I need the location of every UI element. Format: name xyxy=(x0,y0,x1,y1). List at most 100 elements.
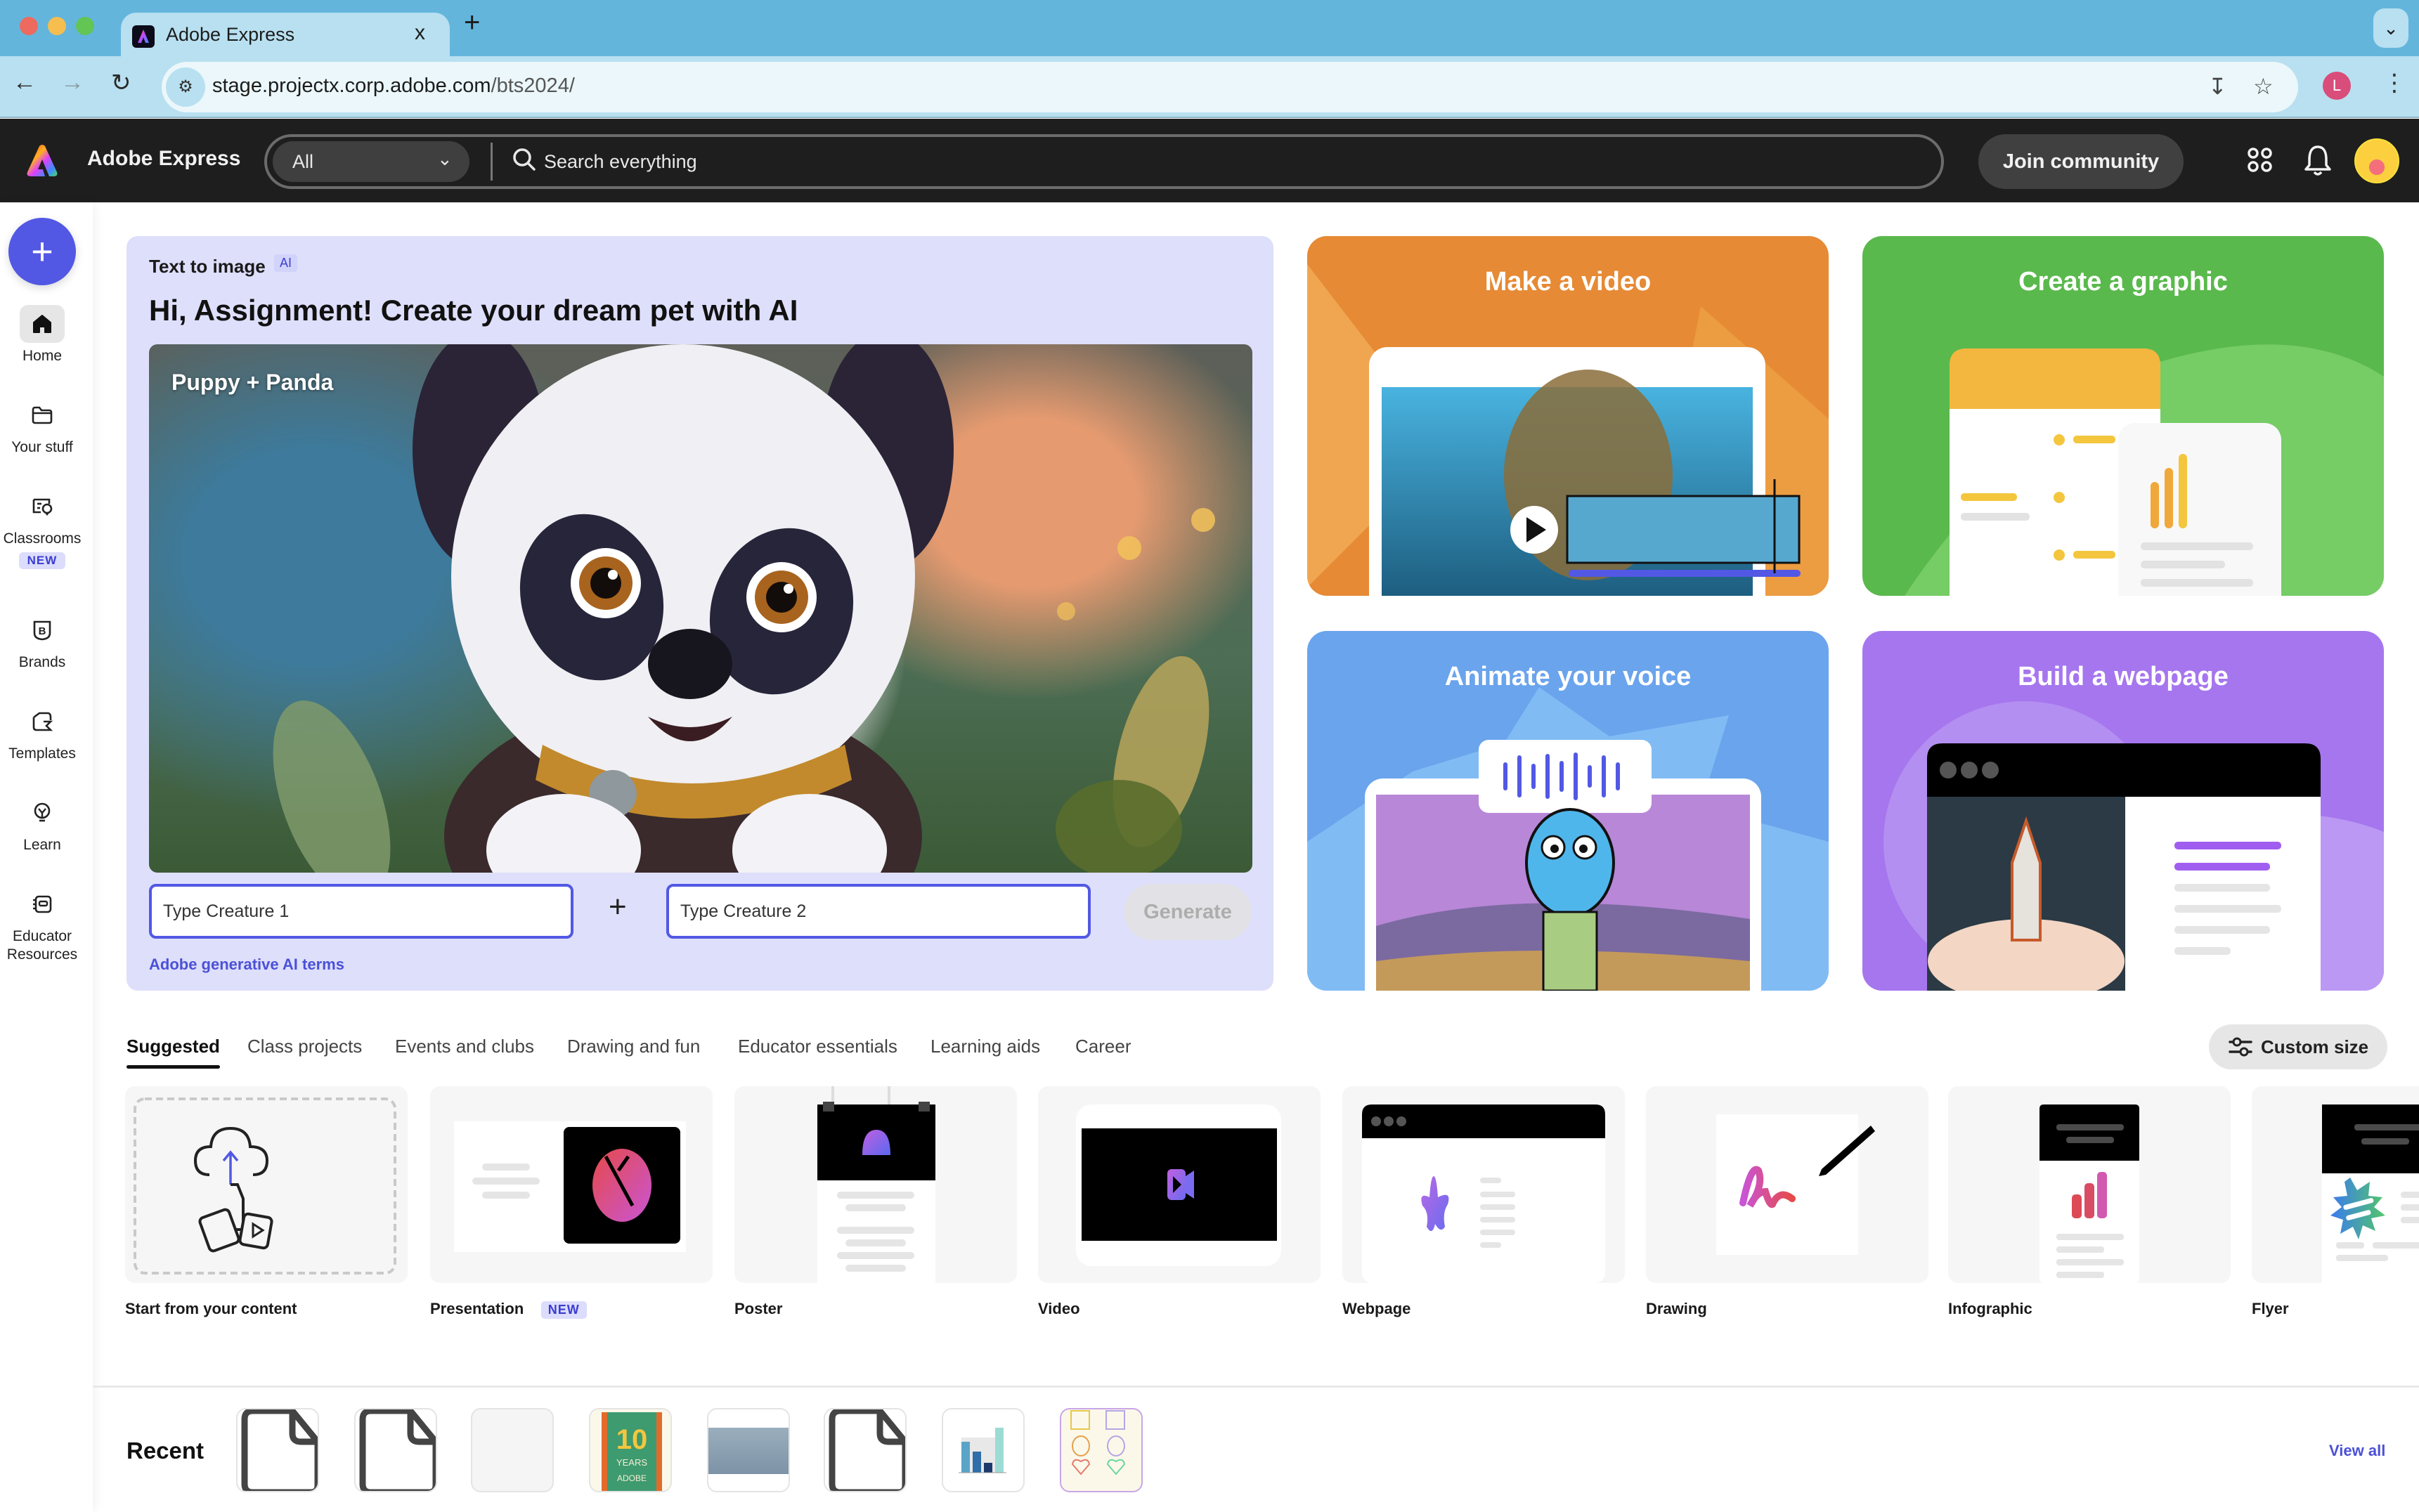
install-app-icon[interactable]: ↧ xyxy=(2208,73,2227,100)
recent-item-ocean-photo[interactable] xyxy=(707,1408,790,1492)
template-thumbnail xyxy=(1342,1086,1625,1283)
hero-eyebrow: Text to image xyxy=(149,256,266,277)
back-arrow-icon[interactable]: ← xyxy=(13,69,37,96)
tab-learning-aids[interactable]: Learning aids xyxy=(930,1036,1040,1057)
apps-grid-icon[interactable] xyxy=(2247,147,2274,174)
browser-profile-avatar[interactable]: L xyxy=(2323,72,2351,100)
timeline-progress xyxy=(1569,570,1801,577)
creature-2-input[interactable] xyxy=(666,884,1091,939)
sidebar-item-label: Classrooms xyxy=(3,530,82,547)
browser-toolbar: ← → ↻ ⚙ stage.projectx.corp.adobe.com/bt… xyxy=(0,56,2419,118)
drawing-preview xyxy=(1716,1114,1875,1255)
recent-item-blank-doc[interactable] xyxy=(354,1408,437,1492)
template-label: Start from your content xyxy=(125,1300,297,1317)
sidebar-item-classrooms[interactable]: Classrooms NEW xyxy=(0,488,84,569)
tab-suggested[interactable]: Suggested xyxy=(127,1036,220,1069)
template-drawing[interactable]: Drawing xyxy=(1646,1086,1928,1318)
tab-educator-essentials[interactable]: Educator essentials xyxy=(738,1036,897,1057)
tab-drawing-and-fun[interactable]: Drawing and fun xyxy=(567,1036,700,1057)
svg-text:B: B xyxy=(39,625,46,637)
window-minimize-button[interactable] xyxy=(48,17,66,35)
search-input[interactable] xyxy=(544,145,1809,178)
generative-ai-terms-link[interactable]: Adobe generative AI terms xyxy=(149,956,344,974)
template-presentation[interactable]: Presentation NEW xyxy=(430,1086,713,1319)
sidebar-item-label: Templates xyxy=(8,745,76,762)
reload-icon[interactable]: ↻ xyxy=(111,69,131,97)
join-community-button[interactable]: Join community xyxy=(1978,134,2184,189)
animate-your-voice-card[interactable]: Animate your voice xyxy=(1307,631,1829,991)
recent-item-shapes-worksheet[interactable] xyxy=(1060,1408,1143,1492)
sidebar-item-label: Brands xyxy=(18,654,66,670)
nose xyxy=(648,629,732,699)
template-video[interactable]: Video xyxy=(1038,1086,1321,1318)
recent-item-10-years-poster[interactable]: 10 YEARS ADOBE xyxy=(589,1408,672,1492)
build-a-webpage-card[interactable]: Build a webpage xyxy=(1862,631,2384,991)
recent-item-bar-chart[interactable] xyxy=(942,1408,1025,1492)
adobe-express-favicon-icon xyxy=(132,25,155,48)
notifications-bell-icon[interactable] xyxy=(2304,144,2332,176)
window-maximize-button[interactable] xyxy=(76,17,94,35)
url-text[interactable]: stage.projectx.corp.adobe.com/bts2024/ xyxy=(212,74,575,98)
new-tab-button[interactable]: + xyxy=(464,7,480,39)
user-avatar[interactable] xyxy=(2354,138,2399,183)
template-flyer[interactable]: Flyer xyxy=(2252,1086,2419,1318)
sidebar-item-brands[interactable]: B Brands xyxy=(0,611,84,672)
tab-career[interactable]: Career xyxy=(1075,1036,1131,1057)
close-tab-icon[interactable]: x xyxy=(415,21,425,45)
template-webpage[interactable]: Webpage xyxy=(1342,1086,1625,1318)
adobe-express-logo-icon[interactable] xyxy=(25,144,59,178)
puppy-panda-illustration xyxy=(273,344,1215,873)
creature-1-input[interactable] xyxy=(149,884,573,939)
forward-arrow-icon[interactable]: → xyxy=(60,69,84,96)
recent-item-blank-doc[interactable] xyxy=(824,1408,907,1492)
presentation-preview xyxy=(454,1121,686,1252)
tab-events-and-clubs[interactable]: Events and clubs xyxy=(395,1036,534,1057)
template-thumbnail xyxy=(125,1086,408,1283)
custom-size-label: Custom size xyxy=(2261,1036,2369,1057)
bookmark-star-icon[interactable]: ☆ xyxy=(2253,73,2274,100)
create-a-graphic-card[interactable]: Create a graphic xyxy=(1862,236,2384,596)
global-search: All ⌄ xyxy=(264,134,1944,189)
sidebar-item-your-stuff[interactable]: Your stuff xyxy=(0,396,84,457)
address-bar[interactable]: ⚙ stage.projectx.corp.adobe.com/bts2024/… xyxy=(162,62,2298,112)
make-a-video-card[interactable]: Make a video xyxy=(1307,236,1829,596)
recent-item-blank-doc[interactable] xyxy=(236,1408,319,1492)
sidebar-item-educator-resources[interactable]: Educator Resources xyxy=(0,885,84,964)
sidebar-item-home[interactable]: Home xyxy=(0,305,84,365)
search-scope-dropdown[interactable]: All ⌄ xyxy=(273,141,469,182)
recent-item-empty[interactable] xyxy=(471,1408,554,1492)
webpage-preview xyxy=(1362,1104,1605,1283)
app-name[interactable]: Adobe Express xyxy=(87,147,240,171)
window-close-button[interactable] xyxy=(20,17,38,35)
tab-class-projects[interactable]: Class projects xyxy=(247,1036,362,1057)
template-label: Video xyxy=(1038,1300,1080,1317)
browser-menu-icon[interactable]: ⋮ xyxy=(2382,69,2406,97)
ocean-photo-thumbnail xyxy=(708,1428,789,1474)
custom-size-button[interactable]: Custom size xyxy=(2209,1024,2387,1069)
template-thumbnail xyxy=(734,1086,1017,1283)
create-new-button[interactable]: + xyxy=(8,218,76,285)
template-label: Poster xyxy=(734,1300,783,1317)
educator-resources-icon xyxy=(20,885,65,923)
home-icon xyxy=(20,305,65,343)
url-path: /bts2024/ xyxy=(491,74,575,97)
view-all-recent-link[interactable]: View all xyxy=(2329,1442,2385,1460)
template-infographic[interactable]: Infographic xyxy=(1948,1086,2231,1318)
browser-tab[interactable]: Adobe Express x xyxy=(121,13,450,62)
site-info-icon[interactable]: ⚙ xyxy=(166,67,205,107)
ten-years-adobe-poster-thumbnail: 10 YEARS ADOBE xyxy=(602,1412,662,1491)
sidebar-item-learn[interactable]: Learn xyxy=(0,794,84,854)
sidebar-item-templates[interactable]: Templates xyxy=(0,703,84,763)
bar-chart-thumbnail xyxy=(959,1428,1006,1473)
templates-icon xyxy=(20,703,65,741)
new-badge: NEW xyxy=(18,552,66,569)
lightbulb-icon xyxy=(20,794,65,832)
app-header: Adobe Express All ⌄ Join community xyxy=(0,119,2419,202)
puppy-panda-image: Puppy + Panda xyxy=(149,344,1252,873)
generate-button[interactable]: Generate xyxy=(1124,884,1252,940)
svg-text:10: 10 xyxy=(616,1424,648,1455)
template-start-from-content[interactable]: Start from your content xyxy=(125,1086,408,1318)
tab-list-chevron-icon[interactable]: ⌄ xyxy=(2373,8,2408,48)
flyer-preview xyxy=(2322,1104,2419,1283)
template-poster[interactable]: Poster xyxy=(734,1086,1017,1318)
